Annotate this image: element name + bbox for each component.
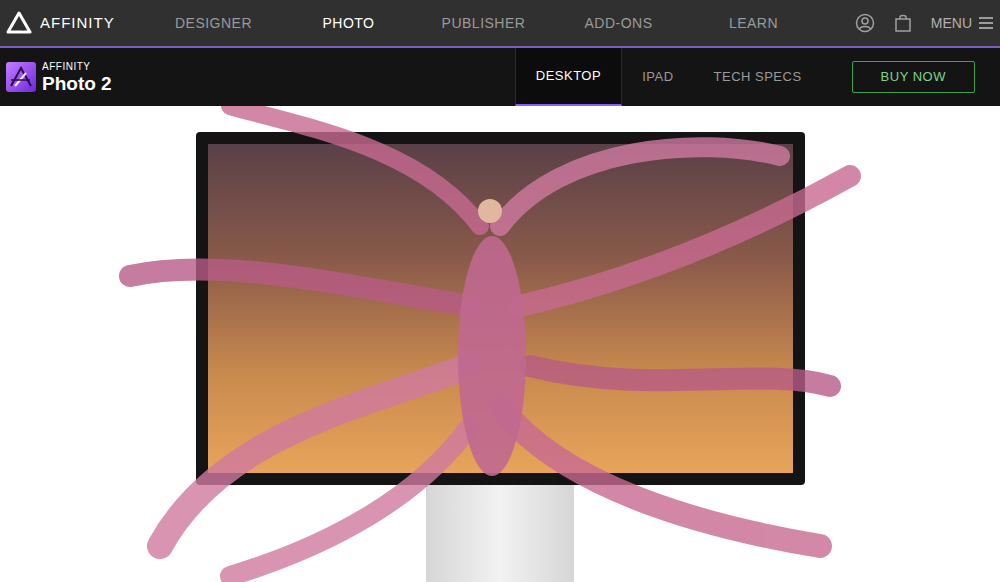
nav-item[interactable]: ADD-ONS: [551, 13, 686, 34]
cart-icon[interactable]: [893, 13, 913, 33]
fabric-image: [0, 106, 1000, 582]
hamburger-icon: [978, 16, 994, 30]
product-bar: AFFINITY Photo 2 DESKTOPIPADTECH SPECS BUY …: [0, 48, 1000, 106]
buy-now-button[interactable]: BUY NOW: [852, 61, 975, 93]
hero: [0, 106, 1000, 582]
top-nav: AFFINITY DESIGNERPHOTOPUBLISHERADD-ONSLEA…: [0, 0, 1000, 48]
product-tab[interactable]: IPAD: [622, 48, 693, 106]
brand[interactable]: AFFINITY: [0, 11, 146, 35]
nav-item[interactable]: PUBLISHER: [416, 13, 551, 34]
nav-tools: MENU: [855, 13, 1000, 34]
nav-item[interactable]: PHOTO: [281, 13, 416, 34]
nav-item[interactable]: DESIGNER: [146, 13, 281, 34]
product-tab[interactable]: TECH SPECS: [694, 48, 822, 106]
product-logo[interactable]: AFFINITY Photo 2: [0, 62, 112, 93]
product-tabs: DESKTOPIPADTECH SPECS BUY NOW: [515, 48, 1000, 106]
brand-name: AFFINITY: [40, 12, 115, 35]
page: AFFINITY DESIGNERPHOTOPUBLISHERADD-ONSLEA…: [0, 0, 1000, 582]
nav-item[interactable]: LEARN: [686, 13, 821, 34]
menu-button[interactable]: MENU: [931, 13, 994, 34]
photo-app-icon: [6, 62, 36, 92]
monitor-stand: [426, 485, 574, 582]
product-tab[interactable]: DESKTOP: [515, 48, 622, 106]
account-icon[interactable]: [855, 13, 875, 33]
product-name: Photo 2: [42, 74, 112, 93]
affinity-logo-icon: [6, 11, 32, 35]
product-brand: AFFINITY: [42, 62, 112, 72]
